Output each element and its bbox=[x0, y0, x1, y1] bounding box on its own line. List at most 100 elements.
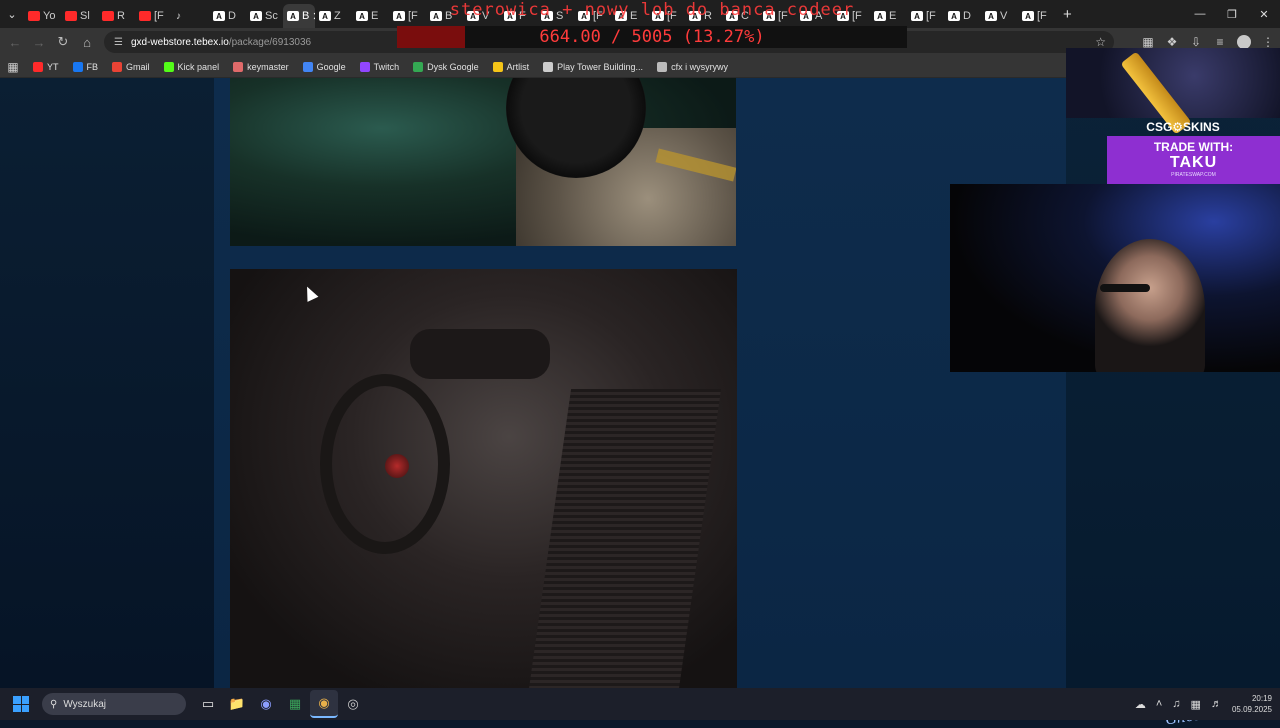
tab-label: Yo bbox=[43, 10, 56, 22]
window-controls: — ❐ ✕ bbox=[1184, 0, 1280, 28]
chevron-up-icon[interactable]: ˄ bbox=[1156, 698, 1162, 710]
site-info-icon[interactable]: ☰ bbox=[114, 37, 123, 48]
browser-tab[interactable]: AZ bbox=[315, 4, 352, 28]
sponsor-brand: CSG⚙SKINS bbox=[1146, 120, 1220, 134]
file-explorer-icon[interactable]: 📁 bbox=[223, 690, 251, 718]
browser-tab[interactable]: A [F bbox=[1018, 4, 1055, 28]
page-icon: A bbox=[319, 11, 331, 21]
microphone-icon[interactable]: ♫ bbox=[1172, 698, 1180, 710]
obs-icon[interactable]: ◎ bbox=[339, 690, 367, 718]
tab-label: Z bbox=[334, 10, 341, 22]
weather-icon[interactable]: ☁ bbox=[1135, 698, 1146, 711]
bookmark-item[interactable]: Gmail bbox=[105, 56, 157, 78]
forward-icon[interactable]: → bbox=[27, 28, 51, 56]
url-path: /package/6913036 bbox=[228, 36, 312, 48]
bookmark-favicon-icon bbox=[163, 61, 174, 72]
bookmark-label: Twitch bbox=[373, 61, 400, 72]
browser-tab[interactable]: [F bbox=[135, 4, 172, 28]
browser-tab[interactable]: Sl bbox=[61, 4, 98, 28]
youtube-icon bbox=[139, 11, 151, 21]
sponsor-line3: PIRATESWAP.COM bbox=[1171, 172, 1216, 178]
browser-tab[interactable]: R bbox=[98, 4, 135, 28]
browser-tab[interactable]: AD bbox=[209, 4, 246, 28]
excel-icon[interactable]: ▦ bbox=[281, 690, 309, 718]
bookmark-item[interactable]: Kick panel bbox=[157, 56, 227, 78]
sponsor-line1: TRADE WITH: bbox=[1153, 140, 1234, 154]
browser-tab[interactable]: AV bbox=[981, 4, 1018, 28]
tab-label: Sl bbox=[80, 10, 90, 22]
restore-icon[interactable]: ❐ bbox=[1216, 0, 1248, 28]
browser-tab[interactable]: A [F bbox=[907, 4, 944, 28]
a-icon: A bbox=[948, 11, 960, 21]
chrome-icon[interactable]: ◉ bbox=[310, 690, 338, 718]
bookmark-item[interactable]: keymaster bbox=[226, 56, 296, 78]
apps-grid-icon[interactable]: ▦ bbox=[0, 60, 26, 74]
taskbar: ⚲ Wyszukaj ▭ 📁 ◉ ▦ ◉ ◎ ☁ ˄ ♫ ▦ ♬ 20:19 0… bbox=[0, 688, 1280, 720]
browser-tab[interactable]: A Sc bbox=[246, 4, 283, 28]
bookmark-favicon-icon bbox=[359, 61, 370, 72]
bookmark-item[interactable]: Play Tower Building... bbox=[536, 56, 650, 78]
bookmark-label: Dysk Google bbox=[427, 61, 479, 72]
windows-logo-icon bbox=[13, 696, 29, 712]
bookmark-favicon-icon bbox=[302, 61, 313, 72]
close-window-icon[interactable]: ✕ bbox=[1248, 0, 1280, 28]
search-icon: ⚲ bbox=[50, 698, 58, 710]
volume-icon[interactable]: ♬ bbox=[1211, 698, 1222, 710]
tab-label: D bbox=[963, 10, 971, 22]
task-view-icon[interactable]: ▭ bbox=[194, 690, 222, 718]
browser-tab[interactable]: AE bbox=[352, 4, 389, 28]
taskbar-search[interactable]: ⚲ Wyszukaj bbox=[42, 693, 186, 715]
youtube-icon bbox=[102, 11, 114, 21]
bookmark-label: cfx i wysyrywy bbox=[671, 61, 729, 72]
discord-icon[interactable]: ◉ bbox=[252, 690, 280, 718]
network-icon[interactable]: ▦ bbox=[1191, 698, 1201, 711]
bookmark-item[interactable]: FB bbox=[66, 56, 106, 78]
tab-label: V bbox=[1000, 10, 1008, 22]
bookmark-label: FB bbox=[86, 61, 99, 72]
youtube-icon bbox=[28, 11, 40, 21]
bookmark-item[interactable]: Artlist bbox=[486, 56, 537, 78]
bookmark-item[interactable]: Twitch bbox=[353, 56, 407, 78]
back-icon[interactable]: ← bbox=[3, 28, 27, 56]
clock[interactable]: 20:19 05.09.2025 bbox=[1232, 693, 1272, 715]
donation-goal: sterowica + nowy lob do banca codeer 664… bbox=[397, 0, 907, 48]
new-tab-button[interactable]: + bbox=[1055, 6, 1080, 23]
a-icon: A bbox=[985, 11, 997, 21]
page-icon: A bbox=[250, 11, 262, 21]
bookmark-item[interactable]: Google bbox=[296, 56, 353, 78]
bookmark-label: YT bbox=[47, 61, 59, 72]
system-tray: ☁ ˄ ♫ ▦ ♬ 20:19 05.09.2025 bbox=[1135, 688, 1272, 720]
tab-label: [F bbox=[926, 10, 936, 22]
left-gutter bbox=[0, 78, 214, 688]
bookmark-favicon-icon bbox=[413, 61, 424, 72]
product-image-car-interior[interactable] bbox=[230, 269, 737, 688]
bookmark-item[interactable]: cfx i wysyrywy bbox=[650, 56, 735, 78]
browser-tab[interactable]: AB✕ bbox=[283, 4, 315, 28]
bookmark-label: Artlist bbox=[506, 61, 530, 72]
bookmark-star-icon[interactable]: ☆ bbox=[1095, 35, 1106, 49]
browser-tab[interactable]: ♪ bbox=[172, 4, 209, 28]
product-image-car-side[interactable] bbox=[230, 78, 736, 246]
reload-icon[interactable]: ↻ bbox=[51, 28, 75, 56]
avatar[interactable] bbox=[1237, 35, 1251, 49]
browser-tab[interactable]: AD bbox=[944, 4, 981, 28]
browser-tab[interactable]: Yo bbox=[24, 4, 61, 28]
bookmark-favicon-icon bbox=[233, 61, 244, 72]
bookmark-favicon-icon bbox=[33, 61, 43, 72]
goal-amount: 664.00 / 5005 (13.27%) bbox=[539, 27, 765, 47]
bookmark-label: Gmail bbox=[126, 61, 150, 72]
clock-time: 20:19 bbox=[1251, 694, 1272, 703]
bookmark-item[interactable]: YT bbox=[26, 56, 66, 78]
tab-search-icon[interactable]: ⌄ bbox=[0, 0, 24, 28]
start-button[interactable] bbox=[0, 696, 42, 712]
a-icon: A bbox=[1022, 11, 1034, 21]
bookmark-item[interactable]: Dysk Google bbox=[406, 56, 486, 78]
tab-label: [F bbox=[154, 10, 164, 22]
bookmark-favicon-icon bbox=[492, 61, 503, 72]
youtube-icon bbox=[65, 11, 77, 21]
home-icon[interactable]: ⌂ bbox=[75, 28, 99, 56]
bookmark-label: keymaster bbox=[247, 61, 289, 72]
bookmark-label: Google bbox=[316, 61, 346, 72]
minimize-icon[interactable]: — bbox=[1184, 0, 1216, 28]
page-icon: A bbox=[287, 11, 299, 21]
